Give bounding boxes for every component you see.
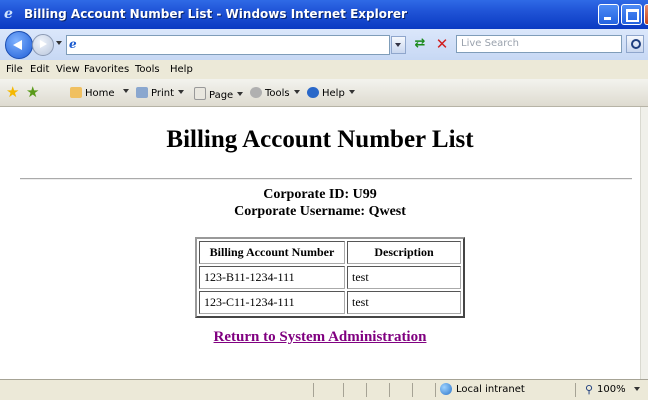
status-separator — [412, 383, 413, 397]
description-cell: test — [347, 291, 461, 314]
maximize-button[interactable] — [621, 4, 642, 25]
close-button[interactable] — [644, 4, 648, 25]
command-bar: ★ ★ Home Print Page Tools Help — [0, 79, 648, 107]
search-placeholder: Live Search — [461, 38, 519, 49]
gear-icon — [250, 87, 262, 98]
description-cell: test — [347, 266, 461, 289]
favorites-star-icon[interactable]: ★ — [6, 83, 19, 101]
billing-account-number-cell: 123-C11-1234-111 — [199, 291, 345, 314]
navigation-bar: e ⇄ ✕ Live Search — [0, 29, 648, 60]
status-separator — [575, 383, 576, 397]
status-bar: Local intranet ⚲ 100% — [0, 379, 648, 400]
status-separator — [366, 383, 367, 397]
address-input[interactable]: e — [66, 35, 390, 55]
menu-edit[interactable]: Edit — [30, 64, 49, 75]
home-button[interactable]: Home — [70, 87, 115, 99]
zoom-level[interactable]: 100% — [597, 384, 626, 395]
address-dropdown-button[interactable] — [391, 36, 406, 54]
table-header-row: Billing Account Number Description — [199, 241, 461, 264]
recent-pages-dropdown[interactable] — [56, 41, 62, 45]
tools-label: Tools — [265, 88, 290, 99]
menu-favorites[interactable]: Favorites — [84, 64, 129, 75]
internet-explorer-icon: e — [4, 6, 13, 22]
zoom-dropdown-icon[interactable] — [634, 387, 640, 391]
table-row: 123-B11-1234-111 test — [199, 266, 461, 289]
title-bar: e Billing Account Number List - Windows … — [0, 0, 648, 29]
add-favorites-icon[interactable]: ★ — [26, 83, 39, 101]
return-to-system-administration-link[interactable]: Return to System Administration — [0, 329, 640, 346]
menu-tools[interactable]: Tools — [135, 64, 160, 75]
status-separator — [343, 383, 344, 397]
search-icon[interactable] — [626, 35, 644, 53]
billing-account-number-cell: 123-B11-1234-111 — [199, 266, 345, 289]
security-zone-label: Local intranet — [456, 384, 525, 395]
menu-view[interactable]: View — [56, 64, 80, 75]
page-menu-button[interactable]: Page — [194, 87, 244, 101]
printer-icon — [136, 87, 148, 98]
window-title: Billing Account Number List - Windows In… — [24, 7, 407, 21]
refresh-icon[interactable]: ⇄ — [410, 35, 430, 53]
home-label: Home — [85, 88, 115, 99]
search-input[interactable]: Live Search — [456, 35, 622, 53]
status-separator — [389, 383, 390, 397]
zoom-icon: ⚲ — [585, 383, 594, 396]
minimize-button[interactable] — [598, 4, 619, 25]
page-icon — [194, 87, 206, 100]
corporate-id: Corporate ID: U99 — [263, 187, 377, 202]
page-content: Billing Account Number List Corporate ID… — [0, 107, 640, 379]
billing-account-table: Billing Account Number Description 123-B… — [195, 237, 465, 318]
home-dropdown[interactable] — [119, 87, 129, 98]
page-icon: e — [69, 37, 77, 51]
page-title: Billing Account Number List — [166, 126, 474, 153]
vertical-scrollbar[interactable] — [640, 107, 648, 379]
help-menu-button[interactable]: Help — [307, 87, 355, 99]
help-label: Help — [322, 88, 345, 99]
corporate-username: Corporate Username: Qwest — [234, 204, 406, 219]
print-button[interactable]: Print — [136, 87, 185, 99]
home-icon — [70, 87, 82, 98]
back-button[interactable] — [5, 31, 33, 59]
menu-help[interactable]: Help — [170, 64, 193, 75]
column-header-description: Description — [347, 241, 461, 264]
intranet-zone-icon — [440, 383, 452, 395]
tools-menu-button[interactable]: Tools — [250, 87, 300, 99]
menu-file[interactable]: File — [6, 64, 23, 75]
column-header-billing-account-number: Billing Account Number — [199, 241, 345, 264]
table-row: 123-C11-1234-111 test — [199, 291, 461, 314]
menu-bar: File Edit View Favorites Tools Help — [0, 60, 648, 79]
page-label: Page — [209, 90, 234, 101]
status-separator — [313, 383, 314, 397]
horizontal-rule — [20, 178, 632, 180]
stop-icon[interactable]: ✕ — [432, 35, 452, 53]
status-separator — [435, 383, 436, 397]
help-icon — [307, 87, 319, 98]
print-label: Print — [151, 88, 175, 99]
forward-button[interactable] — [32, 34, 54, 56]
